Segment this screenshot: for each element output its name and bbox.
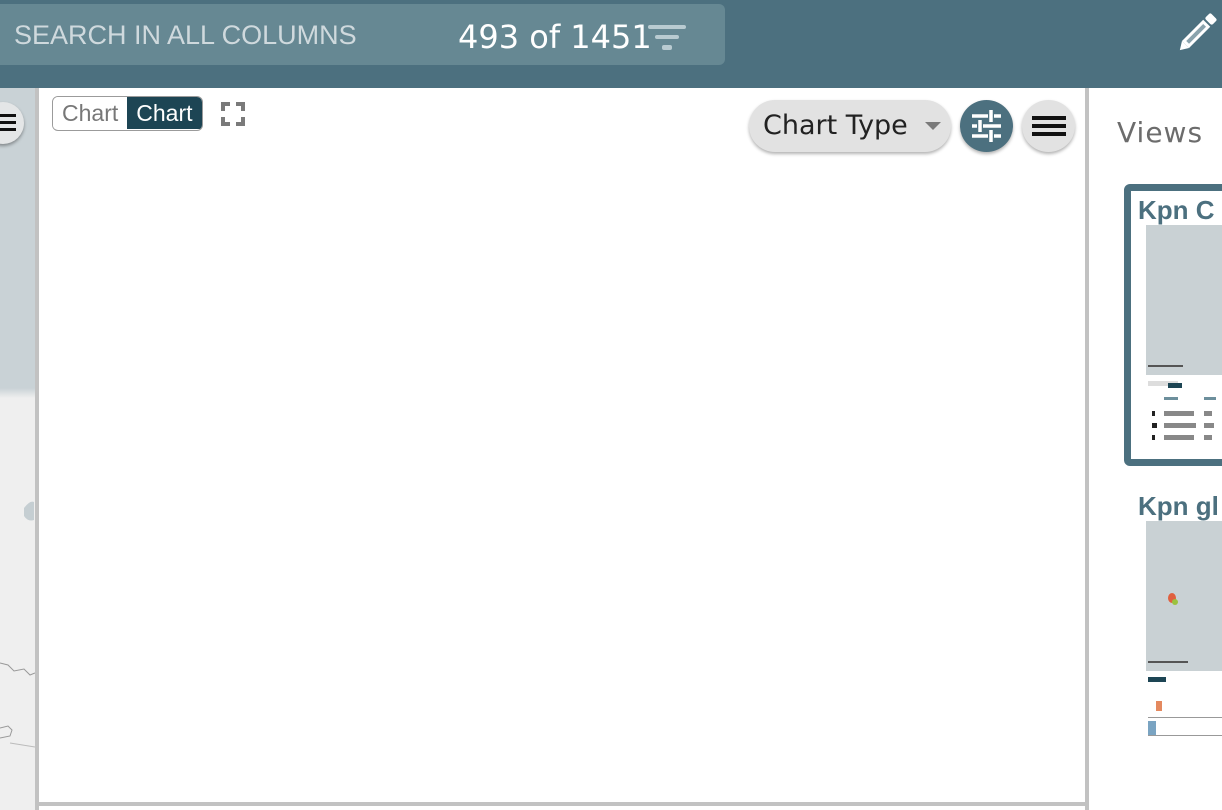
fullscreen-icon[interactable] [221, 102, 245, 126]
top-bar: 493 of 1451 [0, 0, 1222, 88]
view-card[interactable]: Kpn C [1124, 184, 1222, 466]
view-name: Kpn gl [1138, 491, 1219, 521]
filter-icon[interactable] [646, 22, 688, 54]
panel-divider-right[interactable] [1085, 88, 1089, 810]
view-thumbnail [1146, 225, 1222, 455]
search-input[interactable] [14, 18, 404, 52]
record-count: 493 of 1451 [458, 18, 652, 56]
panel-divider-bottom[interactable] [39, 802, 1085, 806]
chart-type-label: Chart Type [763, 110, 908, 141]
view-thumbnail [1146, 521, 1222, 743]
chart-view-toggle: Chart Chart [52, 96, 203, 131]
view-card[interactable]: Kpn gl [1124, 480, 1222, 750]
search-box: 493 of 1451 [0, 4, 725, 65]
views-title: Views [1117, 116, 1204, 149]
sliders-icon [972, 110, 1001, 142]
toggle-chart-option-1[interactable]: Chart [53, 97, 128, 129]
map-background [0, 501, 35, 748]
map-panel-edge [0, 88, 35, 810]
caret-down-icon [925, 122, 941, 130]
chart-settings-button[interactable] [960, 100, 1013, 152]
chart-menu-button[interactable] [1022, 100, 1075, 152]
chart-panel [39, 88, 1085, 802]
toggle-chart-option-2[interactable]: Chart [127, 97, 202, 129]
app-root: 493 of 1451 [0, 0, 1222, 810]
view-name: Kpn C [1138, 195, 1215, 225]
chart-type-dropdown[interactable]: Chart Type [749, 100, 951, 152]
pencil-icon[interactable] [1168, 12, 1220, 60]
